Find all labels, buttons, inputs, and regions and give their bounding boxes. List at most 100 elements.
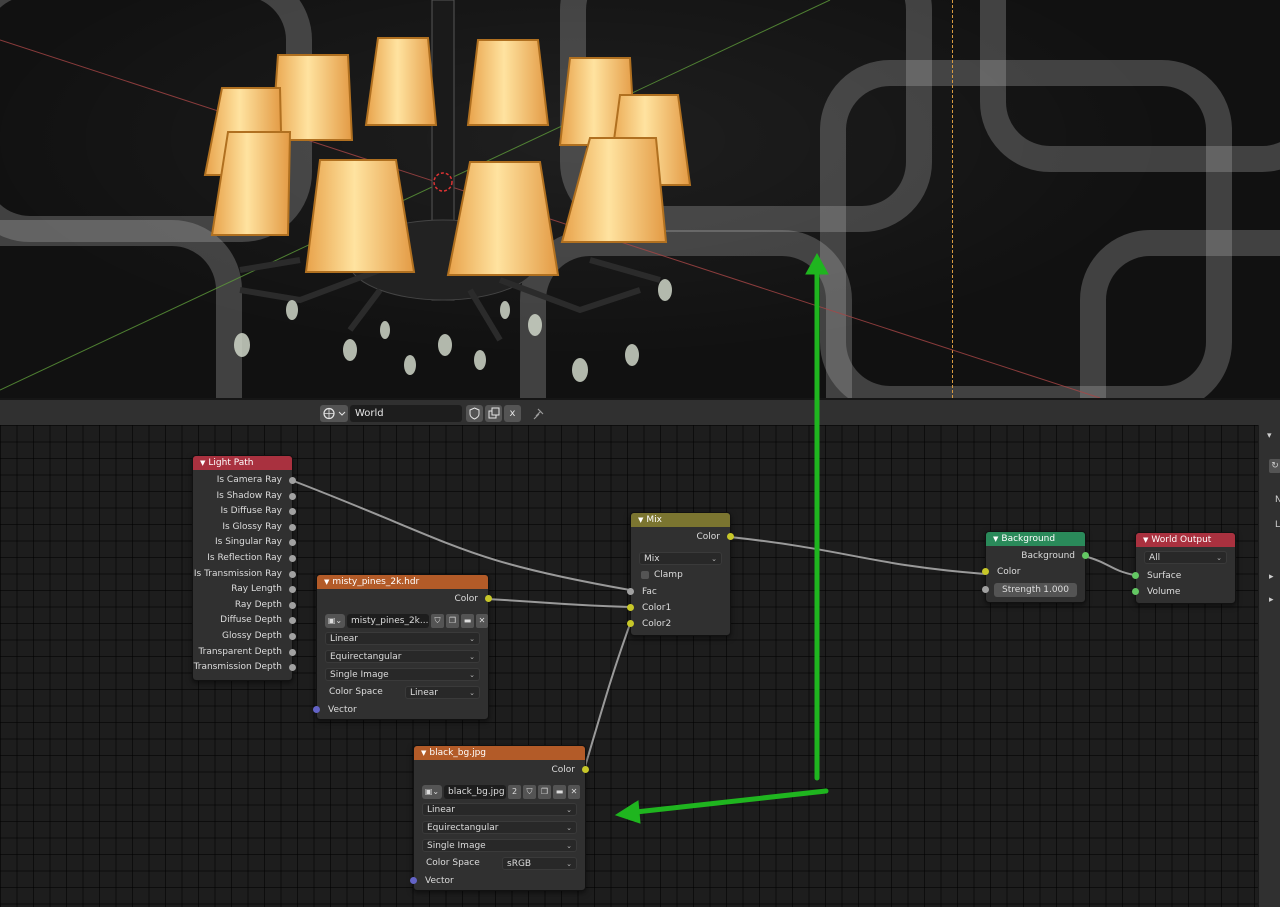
3d-viewport[interactable] <box>0 0 1280 398</box>
dropdown-value: Single Image <box>330 670 389 680</box>
mix-rgb-node[interactable]: ▼ Mix Color Mix ⌄ Clamp Fac Color1 Color2 <box>627 512 734 636</box>
color-output-socket[interactable] <box>485 595 492 602</box>
node-header[interactable]: ▼ Background <box>986 532 1085 546</box>
unlink-close-icon[interactable]: ✕ <box>568 785 580 799</box>
projection-dropdown[interactable]: Equirectangular ⌄ <box>325 650 480 663</box>
image-browse-icon[interactable]: ▣⌄ <box>325 614 345 628</box>
collapse-triangle-icon[interactable]: ▼ <box>200 459 205 467</box>
fake-user-shield-icon[interactable]: ⛉ <box>523 785 536 799</box>
output-socket[interactable] <box>289 477 296 484</box>
node-title: Background <box>1001 534 1056 544</box>
strength-value: 1.000 <box>1043 585 1069 595</box>
sidebar-expand-arrow[interactable]: ▸ <box>1269 595 1274 605</box>
socket-label: Background <box>1021 551 1075 561</box>
node-header[interactable]: ▼ World Output <box>1136 533 1235 547</box>
output-socket-row: Is Transmission Ray <box>193 567 296 583</box>
clamp-label: Clamp <box>654 570 683 580</box>
node-header[interactable]: ▼ Mix <box>631 513 730 527</box>
node-header[interactable]: ▼ misty_pines_2k.hdr <box>317 575 488 589</box>
node-editor-canvas[interactable] <box>0 425 1258 907</box>
output-socket-row: Diffuse Depth <box>193 613 296 629</box>
input-socket-row: Volume <box>1132 584 1180 600</box>
image-name-field[interactable]: black_bg.jpg <box>444 785 506 799</box>
color-space-label: Color Space <box>329 687 383 697</box>
open-folder-icon[interactable]: ▬ <box>553 785 566 799</box>
output-socket-row: Background <box>986 548 1089 564</box>
output-socket[interactable] <box>289 570 296 578</box>
image-browse-icon[interactable]: ▣⌄ <box>422 785 442 799</box>
image-name-field[interactable]: misty_pines_2k... <box>347 614 429 628</box>
color1-input-socket[interactable] <box>627 604 634 611</box>
chevron-down-icon: ⌄ <box>566 806 572 814</box>
sidebar-refresh-icon[interactable]: ↻ <box>1269 459 1280 473</box>
interpolation-dropdown[interactable]: Linear ⌄ <box>422 803 577 816</box>
volume-input-socket[interactable] <box>1132 588 1139 595</box>
target-dropdown[interactable]: All ⌄ <box>1144 551 1227 564</box>
color2-input-socket[interactable] <box>627 620 634 627</box>
fac-input-socket[interactable] <box>627 588 634 595</box>
node-header[interactable]: ▼ Light Path <box>193 456 292 470</box>
node-header[interactable]: ▼ black_bg.jpg <box>414 746 585 760</box>
vector-input-socket[interactable] <box>313 706 320 713</box>
node-editor-header: World x <box>0 398 1280 427</box>
output-socket-row: Is Camera Ray <box>193 473 296 489</box>
world-output-node[interactable]: ▼ World Output All ⌄ Surface Volume <box>1132 532 1236 604</box>
strength-input-socket[interactable] <box>982 586 989 593</box>
input-socket-row: Color <box>982 564 1085 580</box>
duplicate-icon[interactable]: ❐ <box>446 614 459 628</box>
color-space-dropdown[interactable]: Linear ⌄ <box>405 686 480 699</box>
source-dropdown[interactable]: Single Image ⌄ <box>422 839 577 852</box>
background-output-socket[interactable] <box>1082 552 1089 559</box>
output-socket[interactable] <box>289 492 296 500</box>
strength-field[interactable]: Strength 1.000 <box>982 583 1077 597</box>
output-socket[interactable] <box>289 554 296 562</box>
background-node[interactable]: ▼ Background Background Color Strength 1.… <box>982 531 1089 603</box>
fake-user-shield-icon[interactable]: ⛉ <box>431 614 444 628</box>
dropdown-value: All <box>1149 553 1161 563</box>
socket-label: Is Camera Ray <box>216 475 282 485</box>
source-dropdown[interactable]: Single Image ⌄ <box>325 668 480 681</box>
pin-icon[interactable] <box>530 405 547 422</box>
output-socket[interactable] <box>289 648 296 656</box>
image-selector: ▣⌄ misty_pines_2k... ⛉ ❐ ▬ ✕ <box>325 614 488 628</box>
duplicate-icon[interactable]: ❐ <box>538 785 551 799</box>
fake-user-shield-icon[interactable] <box>466 405 483 422</box>
color-space-dropdown[interactable]: sRGB ⌄ <box>502 857 577 870</box>
socket-label: Color <box>551 765 576 775</box>
world-icon[interactable] <box>320 405 348 422</box>
collapse-triangle-icon[interactable]: ▼ <box>638 516 643 524</box>
output-socket[interactable] <box>289 632 296 640</box>
user-count[interactable]: 2 <box>508 785 521 799</box>
projection-dropdown[interactable]: Equirectangular ⌄ <box>422 821 577 834</box>
sidebar-collapse-arrow[interactable]: ▾ <box>1267 431 1272 441</box>
collapse-triangle-icon[interactable]: ▼ <box>324 578 329 586</box>
collapse-triangle-icon[interactable]: ▼ <box>421 749 426 757</box>
sidebar-label-l: L <box>1275 520 1280 530</box>
output-socket[interactable] <box>289 601 296 609</box>
vector-input-socket[interactable] <box>410 877 417 884</box>
chandelier-model[interactable] <box>0 0 1280 398</box>
socket-label: Is Reflection Ray <box>207 552 282 563</box>
unlink-close-icon[interactable]: ✕ <box>476 614 488 628</box>
interpolation-dropdown[interactable]: Linear ⌄ <box>325 632 480 645</box>
unlink-close-icon[interactable]: x <box>504 405 521 422</box>
chevron-down-icon: ⌄ <box>566 824 572 832</box>
environment-texture-node-misty[interactable]: ▼ misty_pines_2k.hdr Color ▣⌄ misty_pines… <box>313 574 492 720</box>
world-datablock-name[interactable]: World <box>350 405 462 422</box>
output-socket-row: Color <box>414 762 589 778</box>
color-output-socket[interactable] <box>582 766 589 773</box>
output-socket[interactable] <box>289 523 296 531</box>
light-path-node[interactable]: ▼ Light Path Is Camera Ray Is Shadow Ray … <box>192 455 296 681</box>
collapse-triangle-icon[interactable]: ▼ <box>993 535 998 543</box>
sidebar-expand-arrow[interactable]: ▸ <box>1269 572 1274 582</box>
environment-texture-node-black-bg[interactable]: ▼ black_bg.jpg Color ▣⌄ black_bg.jpg 2 ⛉ … <box>410 745 589 891</box>
color-input-socket[interactable] <box>982 568 989 575</box>
surface-input-socket[interactable] <box>1132 572 1139 579</box>
duplicate-icon[interactable] <box>485 405 502 422</box>
collapse-triangle-icon[interactable]: ▼ <box>1143 536 1148 544</box>
color-output-socket[interactable] <box>727 533 734 540</box>
open-folder-icon[interactable]: ▬ <box>461 614 474 628</box>
dropdown-value: Mix <box>644 554 660 564</box>
clamp-checkbox[interactable] <box>641 571 649 579</box>
blend-type-dropdown[interactable]: Mix ⌄ <box>639 552 722 565</box>
